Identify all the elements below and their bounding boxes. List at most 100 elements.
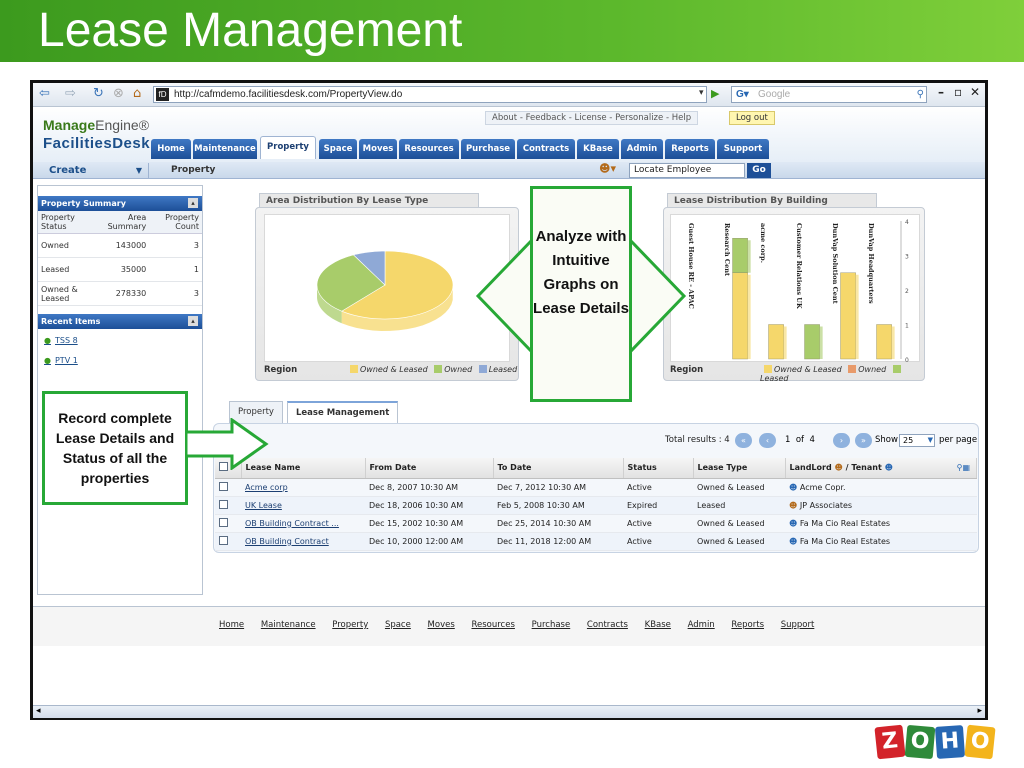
footer-link-property[interactable]: Property	[332, 620, 368, 630]
col-header: Property Status	[38, 211, 95, 234]
tab-maintenance[interactable]: Maintenance	[193, 139, 257, 159]
minimize-icon[interactable]: –	[938, 85, 944, 99]
horizontal-scrollbar[interactable]: ◂ ▸	[33, 705, 985, 718]
lease-table: Lease Name From Date To Date Status Leas…	[215, 458, 977, 551]
search-box[interactable]: G▾ Google ⚲	[731, 86, 927, 103]
bar-side	[819, 326, 823, 359]
landlord-icon: ☻	[834, 463, 843, 473]
footer-link-maintenance[interactable]: Maintenance	[261, 620, 316, 630]
col-header: LandLord ☻ / Tenant ☻ ⚲▦	[785, 458, 977, 479]
back-icon[interactable]: ⇦	[39, 83, 50, 105]
footer-link-reports[interactable]: Reports	[731, 620, 764, 630]
table-row: UK Lease Dec 18, 2006 10:30 AM Feb 5, 20…	[215, 496, 977, 515]
tab-support[interactable]: Support	[717, 139, 769, 159]
address-dropdown-icon[interactable]: ▾	[699, 88, 704, 98]
footer-link-purchase[interactable]: Purchase	[532, 620, 571, 630]
col-header[interactable]: From Date	[365, 458, 494, 479]
restore-icon[interactable]: ▫	[954, 85, 962, 99]
locate-employee-input[interactable]: Locate Employee	[629, 163, 745, 178]
zoho-letter: Z	[874, 724, 906, 760]
tab-lease-management[interactable]: Lease Management	[287, 401, 399, 423]
lease-name-link[interactable]: Acme corp	[245, 483, 288, 492]
first-page-icon[interactable]: «	[735, 433, 752, 448]
search-placeholder: Google	[758, 89, 791, 100]
prev-page-icon[interactable]: ‹	[759, 433, 776, 448]
collapse-icon[interactable]: ▴	[188, 198, 198, 208]
footer-link-kbase[interactable]: KBase	[645, 620, 671, 630]
page-size-select[interactable]: 25 ▼	[899, 434, 935, 447]
table-row: OB Building Contract ... Dec 15, 2002 10…	[215, 514, 977, 533]
tab-contracts[interactable]: Contracts	[517, 139, 575, 159]
item-icon: ●	[44, 356, 51, 365]
table-row: Owned 143000 3	[38, 233, 202, 258]
y-tick-label: 1	[905, 323, 909, 330]
collapse-icon[interactable]: ▴	[188, 316, 198, 326]
y-tick-label: 2	[905, 288, 909, 295]
row-checkbox[interactable]	[219, 499, 228, 509]
zoho-letter: O	[964, 724, 996, 760]
manageengine-logo: ManageEngine®	[43, 117, 150, 133]
go-button[interactable]: Go	[747, 163, 771, 178]
scroll-right-icon[interactable]: ▸	[977, 706, 982, 716]
chevron-down-icon: ▼	[927, 436, 933, 444]
col-header[interactable]: Status	[623, 458, 694, 479]
recent-items-title: Recent Items	[41, 317, 101, 326]
bar-owned-leased	[732, 272, 748, 360]
facilitiesdesk-logo: FacilitiesDesk	[43, 135, 151, 152]
logout-link[interactable]: Log out	[729, 111, 775, 125]
legend-swatch	[764, 365, 772, 373]
top-links[interactable]: About - Feedback - License - Personalize…	[485, 111, 699, 125]
lease-name-link[interactable]: OB Building Contract ...	[245, 519, 339, 528]
row-checkbox[interactable]	[219, 517, 228, 527]
chevron-down-icon: ▼	[135, 166, 142, 175]
building-chart-title: Lease Distribution By Building	[667, 193, 877, 208]
zoho-logo: Z O H O	[874, 722, 996, 762]
page-indicator: 1 of 4	[785, 435, 815, 445]
tenant-icon: ☻	[884, 463, 893, 473]
lease-name-link[interactable]: UK Lease	[245, 501, 282, 510]
employee-search-icon[interactable]: ☻▾	[599, 162, 616, 175]
tab-purchase[interactable]: Purchase	[461, 139, 515, 159]
stop-icon[interactable]: ⊗	[113, 83, 124, 105]
tab-kbase[interactable]: KBase	[577, 139, 619, 159]
col-header[interactable]: Lease Type	[693, 458, 786, 479]
last-page-icon[interactable]: »	[855, 433, 872, 448]
tab-property[interactable]: Property	[260, 136, 316, 159]
tab-moves[interactable]: Moves	[359, 139, 397, 159]
footer-link-admin[interactable]: Admin	[688, 620, 715, 630]
create-dropdown[interactable]: Create ▼	[37, 163, 149, 178]
forward-icon[interactable]: ⇨	[65, 83, 76, 105]
footer-link-contracts[interactable]: Contracts	[587, 620, 628, 630]
footer-link-space[interactable]: Space	[385, 620, 411, 630]
tab-admin[interactable]: Admin	[621, 139, 663, 159]
footer-link-home[interactable]: Home	[219, 620, 244, 630]
row-checkbox[interactable]	[219, 481, 228, 491]
col-header[interactable]: To Date	[493, 458, 624, 479]
table-row: Acme corp Dec 8, 2007 10:30 AM Dec 7, 20…	[215, 478, 977, 497]
recent-item[interactable]: ● PTV 1	[38, 349, 202, 369]
footer-link-moves[interactable]: Moves	[428, 620, 455, 630]
next-page-icon[interactable]: ›	[833, 433, 850, 448]
lease-name-link[interactable]: OB Building Contract	[245, 537, 329, 546]
row-checkbox[interactable]	[219, 535, 228, 545]
home-icon[interactable]: ⌂	[133, 83, 141, 105]
footer-link-resources[interactable]: Resources	[471, 620, 514, 630]
x-tick-label: Customer Relations UK	[795, 223, 803, 309]
arrow-right-shape	[186, 418, 269, 470]
search-icon[interactable]: ⚲	[917, 87, 924, 102]
tab-space[interactable]: Space	[319, 139, 357, 159]
close-icon[interactable]: ✕	[970, 85, 980, 99]
tab-home[interactable]: Home	[151, 139, 191, 159]
tab-reports[interactable]: Reports	[665, 139, 715, 159]
footer-link-support[interactable]: Support	[781, 620, 815, 630]
recent-item[interactable]: ● TSS 8	[38, 329, 202, 349]
breadcrumb: Property	[171, 165, 216, 175]
refresh-icon[interactable]: ↻	[93, 83, 104, 105]
bar-leased	[732, 238, 748, 273]
tab-resources[interactable]: Resources	[399, 139, 459, 159]
column-chooser-icon[interactable]: ⚲▦	[957, 463, 970, 472]
go-arrow-icon[interactable]: ▶	[711, 87, 719, 100]
address-bar[interactable]: fD http://cafmdemo.facilitiesdesk.com/Pr…	[153, 86, 707, 103]
right-arrow-shape	[624, 236, 687, 356]
scroll-left-icon[interactable]: ◂	[36, 706, 41, 716]
